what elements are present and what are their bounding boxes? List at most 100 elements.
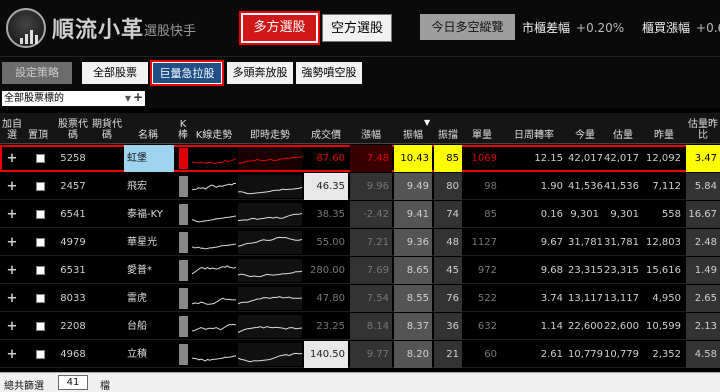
strategy-toolbar: 設定策略 全部股票 巨量急拉股 多頭奔放股 強勢噴空股 [0, 56, 720, 88]
add-to-watchlist-button[interactable]: + [0, 313, 24, 340]
cell-price: 140.50 [304, 341, 348, 368]
cell-prev: 10,599 [646, 321, 681, 332]
stock-name[interactable]: 愛普* [124, 257, 174, 284]
cell-turnover: 9.68 [540, 265, 563, 276]
col-est-vol[interactable]: 估量 [604, 113, 642, 144]
add-to-watchlist-button[interactable]: + [0, 145, 24, 172]
pin-checkbox[interactable] [36, 154, 45, 163]
add-to-watchlist-button[interactable]: + [0, 201, 24, 228]
add-to-watchlist-button[interactable]: + [0, 173, 24, 200]
col-turnover[interactable]: 日周轉率 [502, 113, 566, 144]
col-amplitude[interactable]: 振幅 ▼ [394, 113, 432, 144]
col-add[interactable]: 加自選 [0, 113, 24, 144]
cell-strength: 48 [434, 229, 462, 256]
pin-checkbox[interactable] [36, 294, 45, 303]
k-trend-chart [192, 243, 236, 250]
table-row[interactable]: +6541 泰福-KY 38.35 -2.42 9.41 74 85 0.16 9,301 9,3… [0, 201, 720, 228]
cell-turnover: 9.67 [540, 237, 563, 248]
short-selection-button[interactable]: 空方選股 [322, 14, 392, 42]
col-current-vol[interactable]: 今量 [568, 113, 602, 144]
k-bar [179, 204, 188, 225]
col-strength[interactable]: 振擋 [434, 113, 462, 144]
col-est-ratio[interactable]: 估量昨比 [686, 113, 720, 144]
stock-name[interactable]: 台船 [124, 313, 174, 340]
k-bar [179, 344, 188, 365]
stock-name[interactable]: 飛宏 [124, 173, 174, 200]
k-trend-chart [192, 215, 236, 223]
chevron-down-icon[interactable]: ▼ [125, 91, 131, 106]
strong-short-button[interactable]: 強勢噴空股 [296, 62, 362, 84]
cell-strength: 74 [434, 201, 462, 228]
stock-name[interactable]: 虹堡 [124, 145, 174, 172]
cell-strength: 45 [434, 257, 462, 284]
col-code[interactable]: 股票代碼 [58, 113, 88, 144]
cell-change: 9.96 [350, 173, 392, 200]
realtime-trend-chart [238, 343, 302, 366]
sort-desc-icon: ▼ [424, 118, 431, 127]
stock-code: 8033 [60, 293, 86, 304]
table-row[interactable]: +5258 虹堡 87.60 7.48 10.43 85 1069 12.15 42,017 42… [0, 145, 720, 172]
cell-amplitude: 10.43 [394, 145, 432, 172]
long-selection-button[interactable]: 多方選股 [239, 11, 320, 45]
k-trend-chart [192, 297, 236, 305]
col-change[interactable]: 漲幅 [350, 113, 392, 144]
status-bar: 總共篩選 41 檔 [0, 372, 720, 392]
cell-price: 38.35 [316, 209, 345, 220]
filter-count-unit: 檔 [100, 381, 110, 392]
realtime-trend-chart [238, 287, 302, 310]
table-row[interactable]: +4968 立積 140.50 9.77 8.20 21 60 2.61 10,779 10,77… [0, 341, 720, 368]
table-row[interactable]: +4979 華星光 55.00 7.21 9.36 48 1127 9.67 31,781 31,… [0, 229, 720, 256]
cell-est: 41,536 [604, 181, 639, 192]
today-overview-button[interactable]: 今日多空縱覽 [420, 14, 515, 40]
pin-checkbox[interactable] [36, 322, 45, 331]
filter-row: 全部股票標的 ▼ + [0, 88, 720, 108]
cell-current: 41,536 [568, 181, 603, 192]
add-to-watchlist-button[interactable]: + [0, 285, 24, 312]
volume-surge-button[interactable]: 巨量急拉股 [150, 60, 224, 86]
cell-turnover: 12.15 [534, 153, 563, 164]
app-title: 順流小革 [52, 17, 145, 43]
col-futures[interactable]: 期貨代碼 [92, 113, 122, 144]
stock-name[interactable]: 雷虎 [124, 285, 174, 312]
col-price[interactable]: 成交價 [304, 113, 348, 144]
stock-name[interactable]: 華星光 [124, 229, 174, 256]
cell-ratio: 2.48 [686, 229, 720, 256]
table-row[interactable]: +6531 愛普* 280.00 7.69 8.65 45 972 9.68 23,315 23,… [0, 257, 720, 284]
otc-change-label: 櫃買漲幅 [642, 21, 691, 35]
table-row[interactable]: +2208 台船 23.25 8.14 8.37 36 632 1.14 22,600 22,60… [0, 313, 720, 340]
col-realtime[interactable]: 即時走勢 [238, 113, 302, 144]
add-to-watchlist-button[interactable]: + [0, 341, 24, 368]
stock-name[interactable]: 立積 [124, 341, 174, 368]
realtime-trend-chart [238, 231, 302, 254]
k-bar [179, 260, 188, 281]
col-prev-vol[interactable]: 昨量 [644, 113, 684, 144]
add-icon[interactable]: + [133, 90, 143, 105]
settings-strategy-button[interactable]: 設定策略 [2, 62, 72, 84]
cell-amplitude: 8.37 [394, 313, 432, 340]
bull-run-button[interactable]: 多頭奔放股 [227, 62, 293, 84]
cell-prev: 2,352 [652, 349, 681, 360]
col-k-trend[interactable]: K線走勢 [192, 113, 236, 144]
cell-ratio: 3.47 [686, 145, 720, 172]
col-pin[interactable]: 置頂 [26, 113, 50, 144]
add-to-watchlist-button[interactable]: + [0, 229, 24, 256]
pin-checkbox[interactable] [36, 182, 45, 191]
pin-checkbox[interactable] [36, 266, 45, 275]
cell-volume: 1127 [471, 237, 497, 248]
pin-checkbox[interactable] [36, 210, 45, 219]
stock-universe-select[interactable]: 全部股票標的 ▼ + [2, 90, 145, 106]
table-row[interactable]: +2457 飛宏 46.35 9.96 9.49 80 98 1.90 41,536 41,536… [0, 173, 720, 200]
col-k[interactable]: K棒 [176, 113, 190, 144]
add-to-watchlist-button[interactable]: + [0, 257, 24, 284]
all-stocks-button[interactable]: 全部股票 [82, 62, 148, 84]
realtime-trend-chart [238, 147, 302, 170]
pin-checkbox[interactable] [36, 238, 45, 247]
cell-change: 7.21 [350, 229, 392, 256]
otc-change-value: +0.6 [696, 21, 720, 35]
table-row[interactable]: +8033 雷虎 47.80 7.54 8.55 76 522 3.74 13,117 13,11… [0, 285, 720, 312]
pin-checkbox[interactable] [36, 350, 45, 359]
stock-name[interactable]: 泰福-KY [124, 201, 174, 228]
col-name[interactable]: 名稱 [124, 113, 172, 144]
filter-count-label: 總共篩選 [4, 381, 44, 392]
col-volume[interactable]: 單量 [464, 113, 500, 144]
